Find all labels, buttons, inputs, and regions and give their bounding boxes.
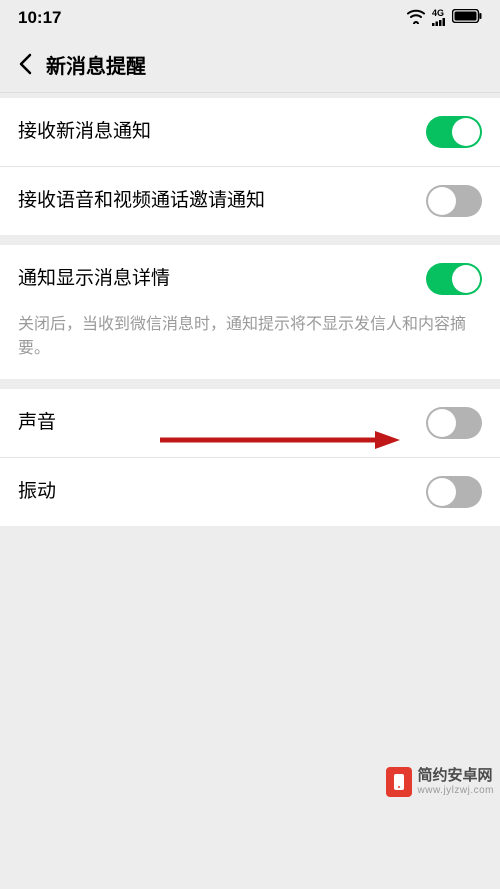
signal-4g-icon: 4G — [432, 9, 446, 28]
watermark-url: www.jylzwj.com — [418, 785, 494, 796]
toggle-receive-call-invite-notify[interactable] — [426, 185, 482, 217]
settings-group-3: 声音 振动 — [0, 389, 500, 526]
toggle-receive-message-notify[interactable] — [426, 116, 482, 148]
row-label: 接收语音和视频通话邀请通知 — [18, 188, 426, 215]
row-sound[interactable]: 声音 — [0, 389, 500, 457]
settings-group-1: 接收新消息通知 接收语音和视频通话邀请通知 — [0, 98, 500, 235]
row-vibrate[interactable]: 振动 — [0, 457, 500, 526]
settings-group-2: 通知显示消息详情 关闭后，当收到微信消息时，通知提示将不显示发信人和内容摘要。 — [0, 245, 500, 379]
watermark: 简约安卓网 www.jylzwj.com — [386, 767, 494, 797]
row-label: 通知显示消息详情 — [18, 266, 426, 293]
status-indicators: 4G — [406, 8, 482, 29]
row-description: 关闭后，当收到微信消息时，通知提示将不显示发信人和内容摘要。 — [0, 313, 500, 379]
row-label: 接收新消息通知 — [18, 119, 426, 146]
page-title: 新消息提醒 — [46, 50, 146, 79]
nav-bar: 新消息提醒 — [0, 36, 500, 92]
row-receive-call-invite-notify[interactable]: 接收语音和视频通话邀请通知 — [0, 166, 500, 235]
status-time: 10:17 — [18, 8, 61, 28]
toggle-sound[interactable] — [426, 407, 482, 439]
row-receive-message-notify[interactable]: 接收新消息通知 — [0, 98, 500, 166]
toggle-show-message-detail[interactable] — [426, 263, 482, 295]
wifi-icon — [406, 8, 426, 29]
back-icon[interactable] — [10, 49, 40, 79]
row-show-message-detail[interactable]: 通知显示消息详情 — [0, 245, 500, 313]
row-label: 声音 — [18, 410, 426, 437]
watermark-title: 简约安卓网 — [418, 768, 494, 785]
battery-icon — [452, 8, 482, 28]
toggle-vibrate[interactable] — [426, 476, 482, 508]
status-bar: 10:17 4G — [0, 0, 500, 36]
row-label: 振动 — [18, 479, 426, 506]
watermark-badge-icon — [386, 767, 412, 797]
